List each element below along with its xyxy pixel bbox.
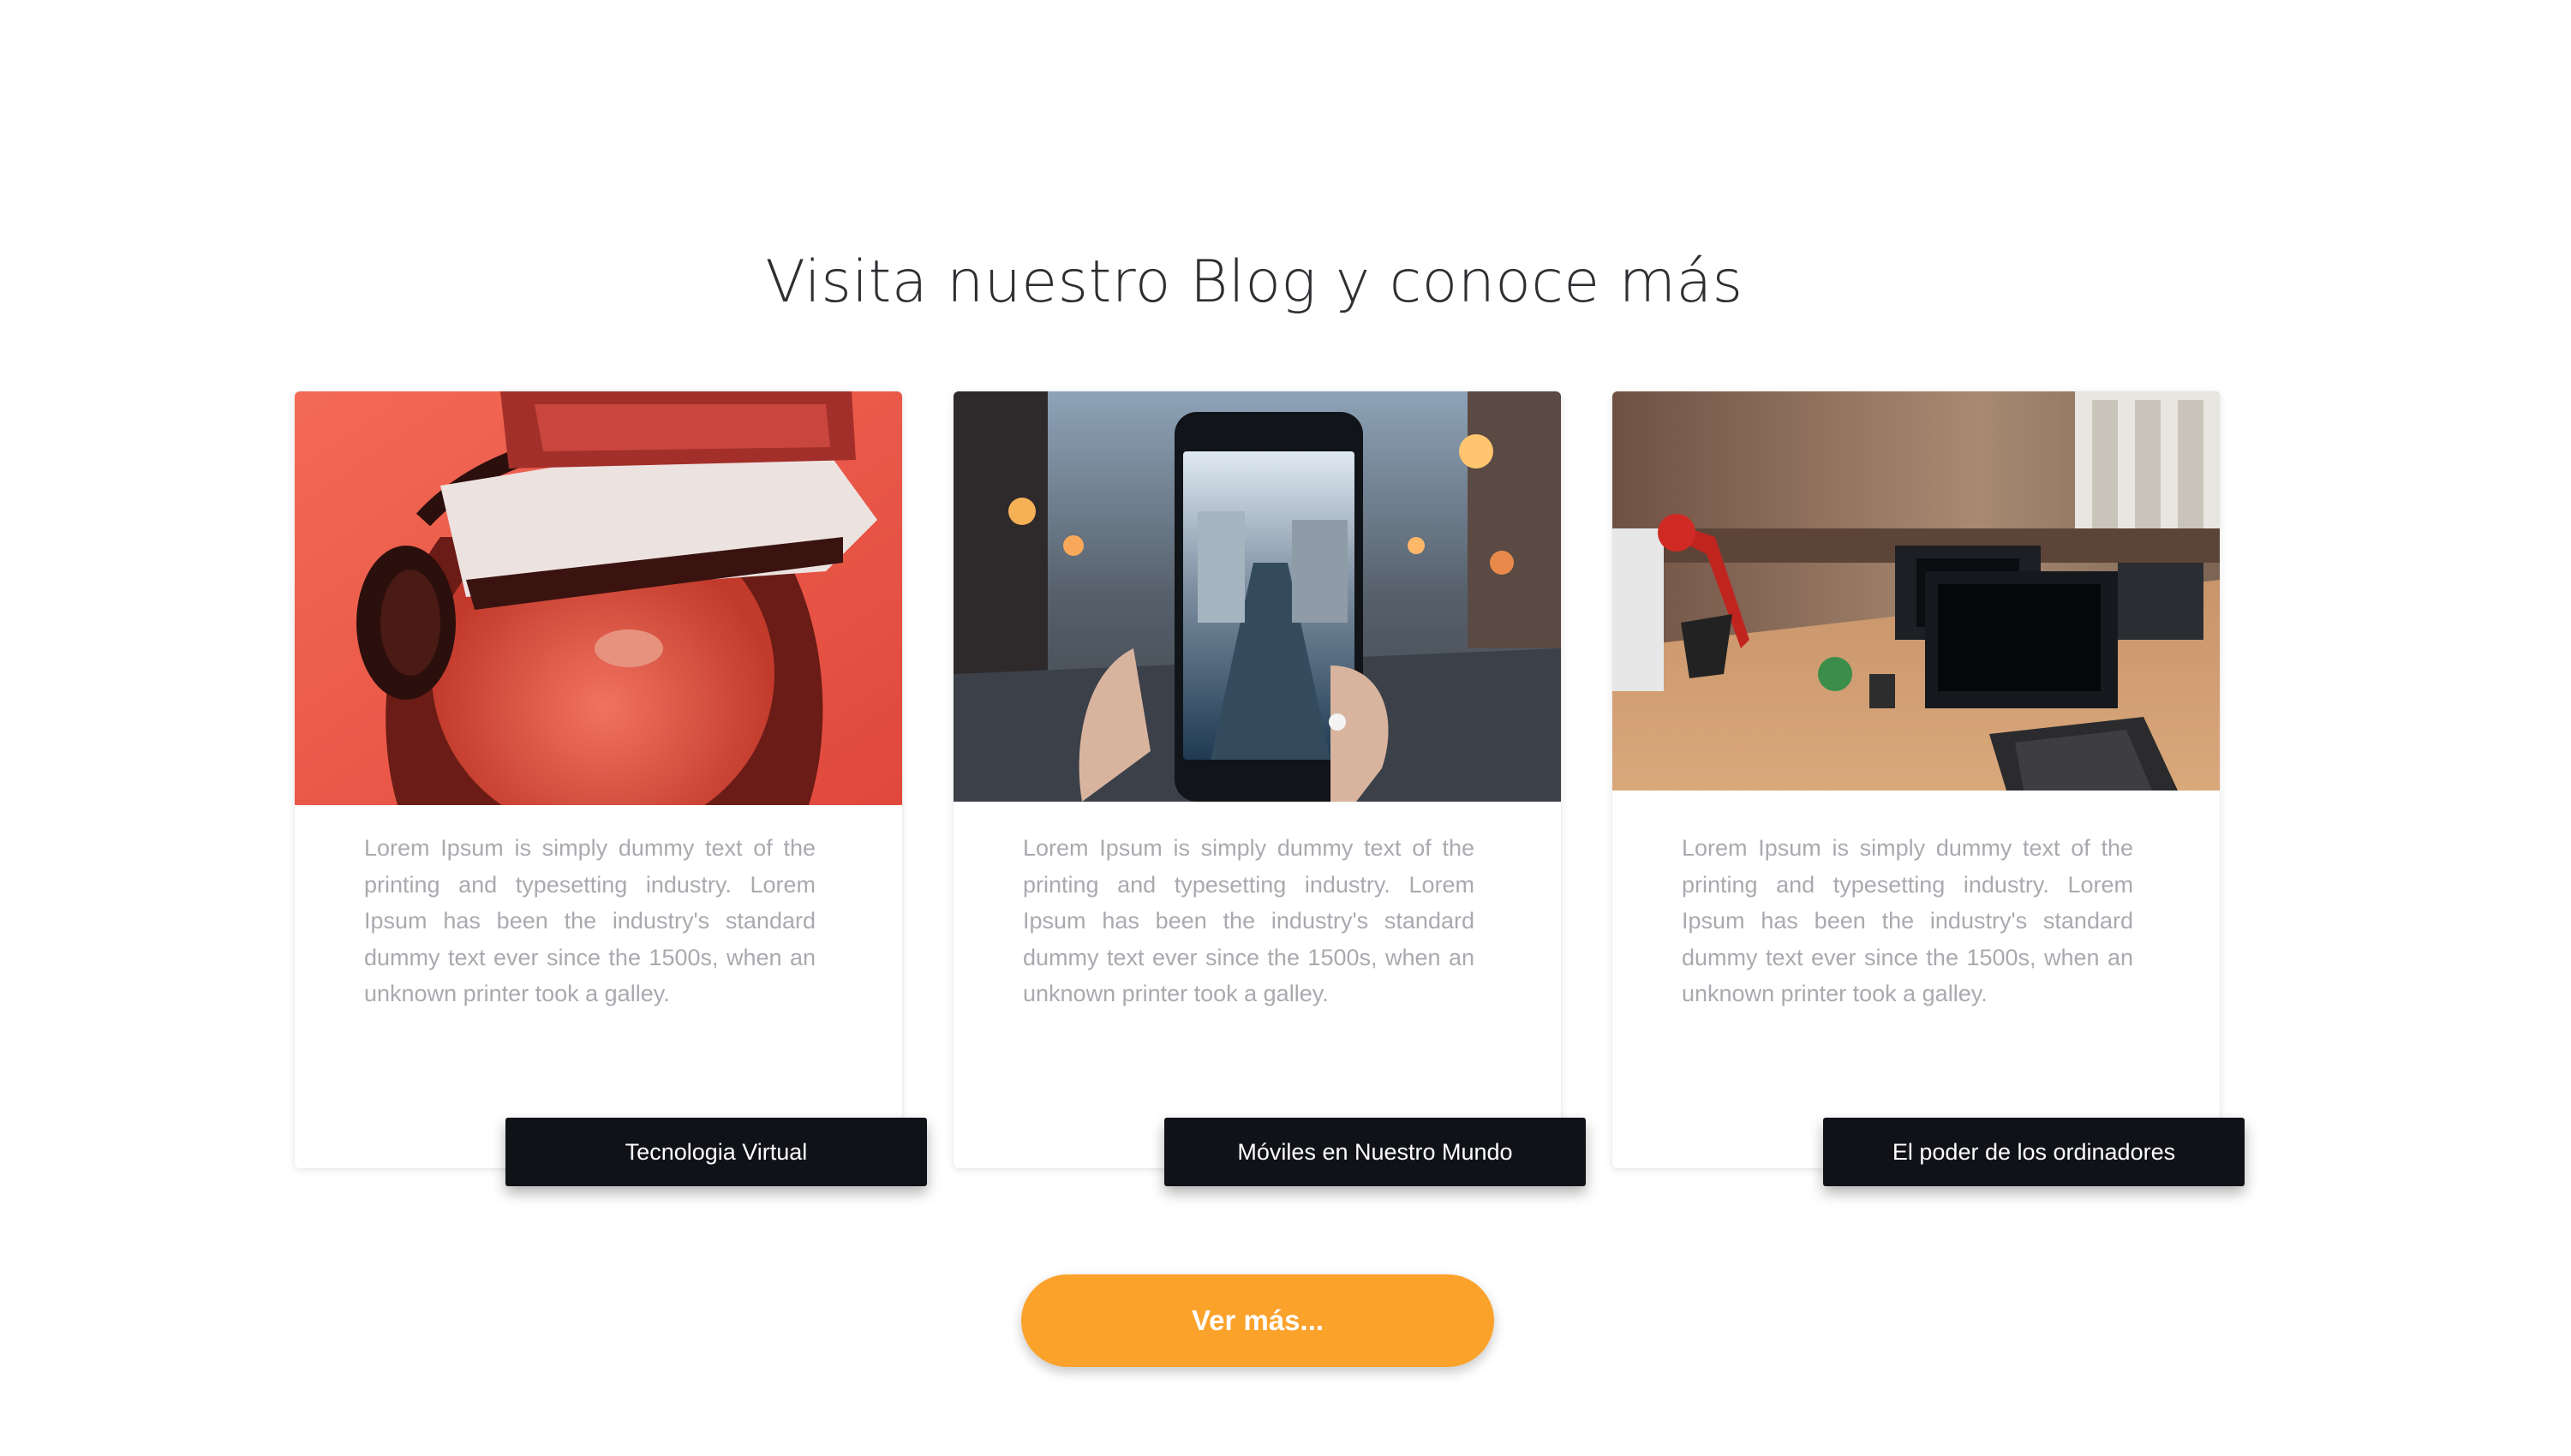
blog-card-1[interactable]: Lorem Ipsum is simply dummy text of the … (295, 391, 902, 1168)
card-tag-button[interactable]: El poder de los ordinadores (1823, 1118, 2245, 1186)
section-title: Visita nuestro Blog y conoce más (765, 248, 1743, 316)
card-excerpt: Lorem Ipsum is simply dummy text of the … (364, 835, 816, 1006)
see-more-button[interactable]: Ver más... (1021, 1274, 1494, 1367)
card-tag-button[interactable]: Tecnologia Virtual (505, 1118, 927, 1186)
blog-card-3[interactable]: Lorem Ipsum is simply dummy text of the … (1612, 391, 2220, 1168)
card-excerpt: Lorem Ipsum is simply dummy text of the … (1023, 835, 1474, 1006)
office-computers-image[interactable] (1612, 391, 2220, 791)
smartphone-street-image[interactable] (954, 391, 1561, 802)
blog-card-2[interactable]: Lorem Ipsum is simply dummy text of the … (954, 391, 1561, 1168)
card-excerpt: Lorem Ipsum is simply dummy text of the … (1682, 835, 2133, 1006)
blog-section: Visita nuestro Blog y conoce más Lorem I… (0, 0, 2571, 1456)
vr-headset-image[interactable] (295, 391, 902, 805)
card-tag-button[interactable]: Móviles en Nuestro Mundo (1164, 1118, 1586, 1186)
